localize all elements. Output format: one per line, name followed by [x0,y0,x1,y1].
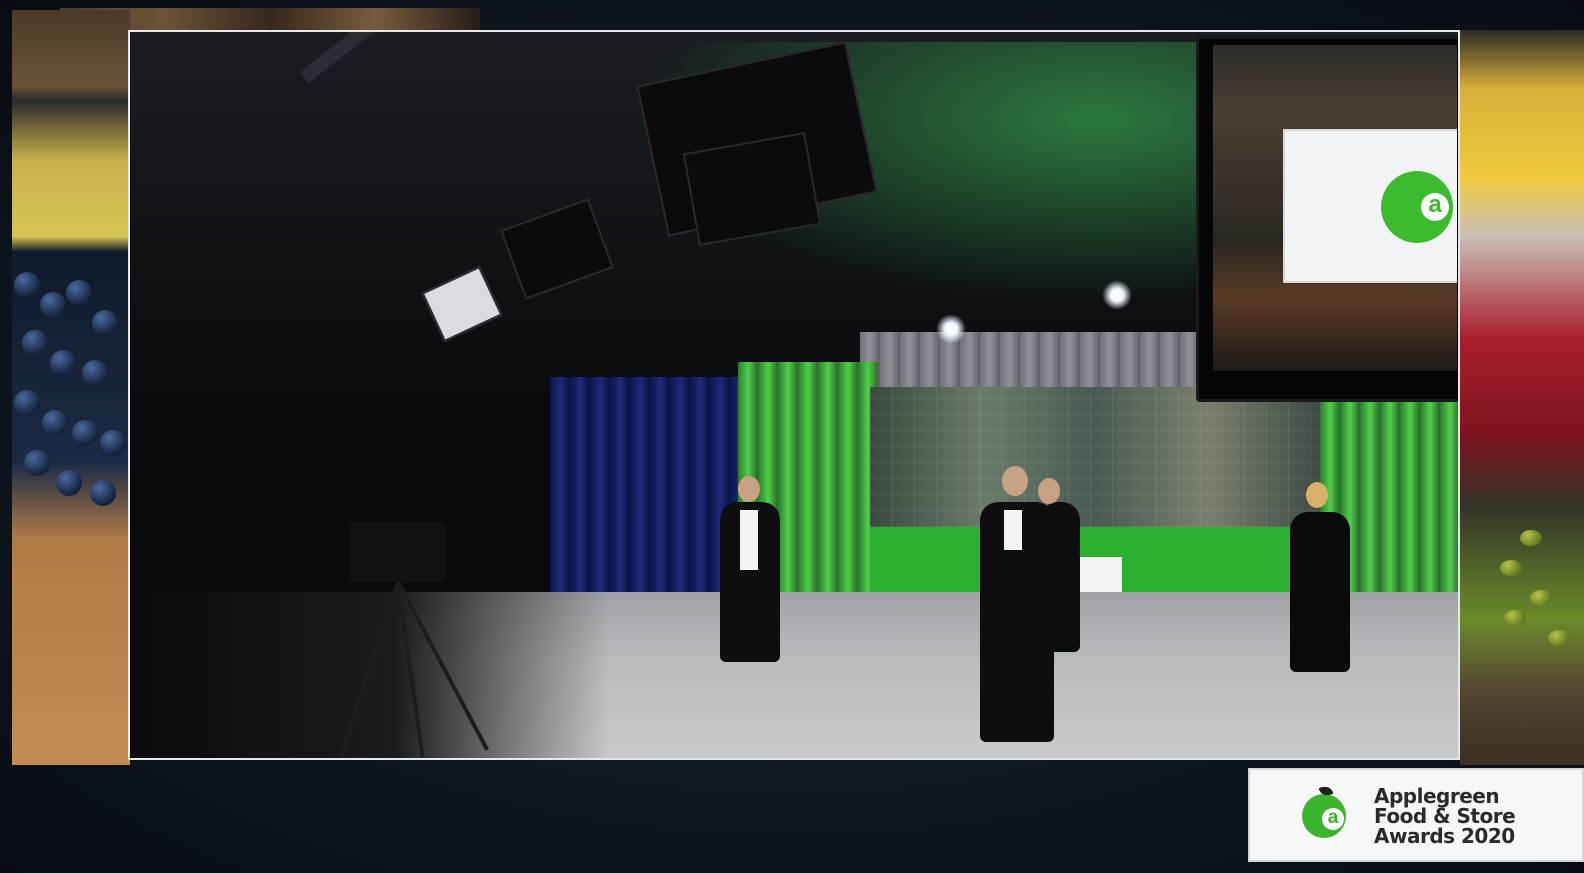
floor-shadow [130,592,610,758]
awards-title-line-1: Applegreen [1374,784,1500,808]
olive [1500,560,1522,576]
tv-logo-card: a [1283,129,1457,283]
tv-screen: a [1213,45,1457,371]
head [1038,478,1060,504]
blueberry [24,450,50,476]
blueberry [42,410,68,436]
person [1040,502,1080,652]
food-background-right [1460,30,1584,765]
olive [1520,530,1542,546]
olive [1504,610,1526,626]
leaf-icon [1318,784,1334,798]
lamp-glow [936,314,966,344]
blueberry [40,292,66,318]
head [1002,466,1028,496]
blueberry [22,330,48,356]
person [1290,512,1350,672]
shirt [740,510,758,570]
awards-title-line-3: Awards 2020 [1374,824,1515,848]
blueberry [66,280,92,306]
blueberry [100,430,126,456]
applegreen-logo: a [1302,784,1346,838]
logo-letter: a [1421,193,1449,221]
blueberry [90,480,116,506]
awards-title: Applegreen Food & Store Awards 2020 [1374,786,1574,846]
blueberry [14,272,40,298]
head [738,476,760,502]
studio-scene: a [130,32,1458,758]
blueberry [14,390,40,416]
lamp-glow [1102,280,1132,310]
blueberry [92,310,118,336]
food-background-left [12,10,130,765]
awards-title-line-2: Food & Store [1374,804,1516,828]
blue-curtain [550,377,740,607]
blueberry [56,470,82,496]
tv-monitor: a [1196,36,1458,402]
blueberry [82,360,108,386]
awards-badge: a Applegreen Food & Store Awards 2020 [1248,768,1584,862]
event-photo: a [128,30,1460,760]
applegreen-logo: a [1381,171,1453,243]
head [1306,482,1328,508]
logo-letter: a [1322,808,1344,830]
olive [1530,590,1552,606]
shirt [1004,510,1022,550]
video-camera [350,522,446,582]
olive [1548,630,1570,646]
blueberry [50,350,76,376]
video-wall [870,387,1320,527]
blueberry [72,420,98,446]
